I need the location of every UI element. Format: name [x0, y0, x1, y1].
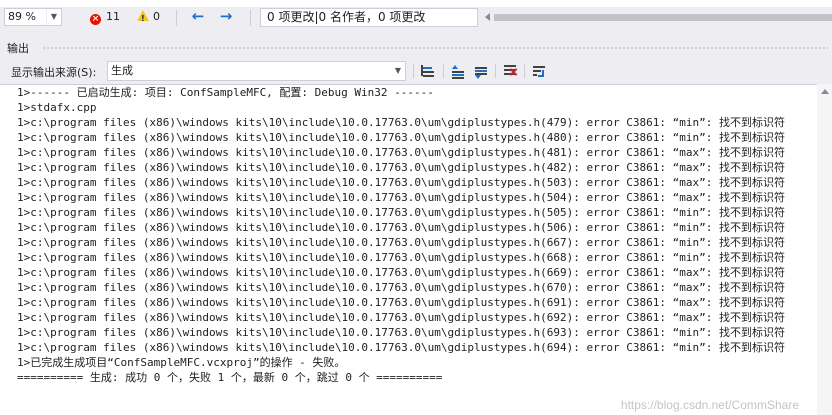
chevron-down-icon[interactable]: ▼: [391, 62, 405, 80]
output-line: 1>c:\program files (x86)\windows kits\10…: [17, 161, 785, 174]
horizontal-scrollbar-thumb[interactable]: [494, 14, 832, 21]
warning-indicator[interactable]: 0: [137, 9, 160, 27]
output-line: 1>c:\program files (x86)\windows kits\10…: [17, 311, 785, 324]
toggle-word-wrap-icon[interactable]: [530, 62, 548, 80]
output-line: 1>c:\program files (x86)\windows kits\10…: [17, 326, 785, 339]
separator: [495, 64, 496, 78]
next-message-icon[interactable]: [472, 62, 490, 80]
arrow-left-icon[interactable]: ←: [189, 8, 207, 26]
output-line: ========== 生成: 成功 0 个，失败 1 个，最新 0 个，跳过 0…: [17, 371, 443, 384]
separator: [413, 64, 414, 78]
scroll-left-icon[interactable]: [485, 13, 490, 21]
output-line: 1>c:\program files (x86)\windows kits\10…: [17, 341, 785, 354]
editor-status-bar: 89 % ▼ × 11 0 ← → 0 项更改|0 名作者，0 项更改: [0, 7, 832, 29]
codelens-text: 0 项更改|0 名作者，0 项更改: [267, 10, 426, 24]
error-circle-icon: ×: [90, 14, 101, 25]
scroll-up-icon[interactable]: [821, 89, 829, 94]
output-source-select[interactable]: 生成 ▼: [107, 61, 406, 81]
codelens-changes[interactable]: 0 项更改|0 名作者，0 项更改: [260, 8, 478, 27]
panel-grip[interactable]: [42, 46, 828, 50]
error-indicator[interactable]: × 11: [90, 9, 120, 25]
arrow-right-icon[interactable]: →: [217, 8, 235, 26]
output-line: 1>------ 已启动生成: 项目: ConfSampleMFC, 配置: D…: [17, 86, 434, 99]
output-line: 1>c:\program files (x86)\windows kits\10…: [17, 296, 785, 309]
output-line: 1>c:\program files (x86)\windows kits\10…: [17, 236, 785, 249]
output-panel-header: 输出: [0, 38, 832, 56]
output-line: 1>已完成生成项目“ConfSampleMFC.vcxproj”的操作 - 失败…: [17, 356, 346, 369]
vertical-scrollbar[interactable]: [817, 84, 832, 415]
output-source-label: 显示输出来源(S):: [11, 66, 97, 79]
separator: [443, 64, 444, 78]
output-source-value: 生成: [111, 64, 133, 77]
output-line: 1>c:\program files (x86)\windows kits\10…: [17, 116, 785, 129]
output-line: 1>c:\program files (x86)\windows kits\10…: [17, 146, 785, 159]
find-message-in-code-icon[interactable]: [419, 62, 437, 80]
warning-triangle-icon: [137, 10, 149, 27]
separator: [250, 10, 251, 26]
clear-all-icon[interactable]: [501, 62, 519, 80]
output-text-area[interactable]: 1>------ 已启动生成: 项目: ConfSampleMFC, 配置: D…: [0, 84, 817, 415]
output-line: 1>c:\program files (x86)\windows kits\10…: [17, 206, 785, 219]
output-line: 1>stdafx.cpp: [17, 101, 97, 114]
separator: [524, 64, 525, 78]
zoom-combo[interactable]: 89 % ▼: [4, 8, 62, 26]
output-toolbar: 显示输出来源(S): 生成 ▼: [0, 58, 832, 84]
warning-count: 0: [153, 10, 160, 23]
panel-title: 输出: [7, 42, 29, 55]
output-line: 1>c:\program files (x86)\windows kits\10…: [17, 221, 785, 234]
visual-studio-window: 89 % ▼ × 11 0 ← → 0 项更改|0 名作者，0 项更改 输出 显示…: [0, 0, 832, 415]
output-line: 1>c:\program files (x86)\windows kits\10…: [17, 281, 785, 294]
watermark: https://blog.csdn.net/CommShare: [620, 398, 799, 412]
output-line: 1>c:\program files (x86)\windows kits\10…: [17, 266, 785, 279]
separator: [176, 10, 177, 26]
chevron-down-icon[interactable]: ▼: [46, 9, 61, 25]
output-line: 1>c:\program files (x86)\windows kits\10…: [17, 176, 785, 189]
previous-message-icon[interactable]: [449, 62, 467, 80]
zoom-value: 89 %: [8, 10, 36, 23]
output-line: 1>c:\program files (x86)\windows kits\10…: [17, 131, 785, 144]
output-line: 1>c:\program files (x86)\windows kits\10…: [17, 191, 785, 204]
output-line: 1>c:\program files (x86)\windows kits\10…: [17, 251, 785, 264]
error-count: 11: [106, 10, 120, 23]
